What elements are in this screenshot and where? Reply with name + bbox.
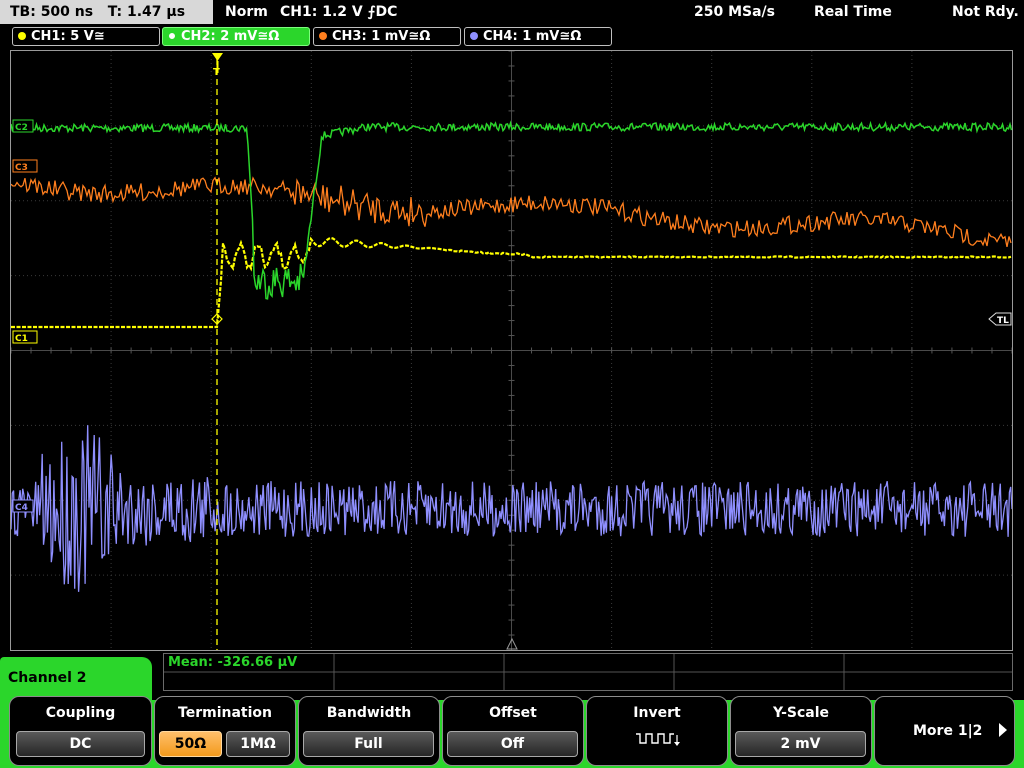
- timebase-box[interactable]: TB: 500 ns T: 1.47 µs: [0, 0, 213, 24]
- trigger-label: T: [213, 67, 220, 78]
- ch3-dot-icon: [319, 32, 327, 40]
- more-label: More 1|2: [913, 723, 983, 739]
- trigger-level-label: TL: [997, 316, 1009, 326]
- ch3-position-marker[interactable]: C3: [12, 159, 38, 173]
- invert-waveform-icon: [636, 733, 680, 746]
- offset-button[interactable]: Off: [447, 731, 578, 757]
- ch1-marker-label: C1: [15, 334, 28, 344]
- offset-title: Offset: [489, 705, 537, 721]
- termination-1mohm-button[interactable]: 1MΩ: [226, 731, 290, 757]
- timebase-readout: TB: 500 ns: [10, 4, 94, 20]
- trigger-marker-icon[interactable]: T: [212, 53, 223, 78]
- grid: [11, 51, 1012, 650]
- channel-tab-2[interactable]: CH2: 2 mV≅Ω: [162, 27, 310, 46]
- waveform-canvas: T C2 C3 C1 C4 TL: [11, 51, 1012, 650]
- coupling-title: Coupling: [45, 705, 116, 721]
- coupling-softkey[interactable]: Coupling DC: [9, 696, 152, 766]
- ch2-position-marker[interactable]: C2: [12, 119, 34, 133]
- termination-softkey[interactable]: Termination 50Ω 1MΩ: [154, 696, 296, 766]
- sample-rate: 250 MSa/s: [694, 4, 776, 20]
- termination-50ohm-button[interactable]: 50Ω: [159, 731, 222, 757]
- more-softkey[interactable]: More 1|2: [874, 696, 1015, 766]
- acquisition-mode: Real Time: [814, 4, 892, 20]
- yscale-button[interactable]: 2 mV: [735, 731, 866, 757]
- termination-title: Termination: [178, 705, 272, 721]
- channel-tab-2-label: CH2: 2 mV≅Ω: [181, 29, 280, 44]
- bandwidth-softkey[interactable]: Bandwidth Full: [298, 696, 440, 766]
- ch3-marker-label: C3: [15, 163, 28, 173]
- channel-tab-1-label: CH1: 5 V≅: [31, 29, 105, 44]
- ch2-marker-label: C2: [15, 123, 28, 133]
- ch4-marker-label: C4: [15, 503, 28, 513]
- ch4-position-marker[interactable]: C4: [12, 499, 34, 513]
- channel-tab-4[interactable]: CH4: 1 mV≅Ω: [464, 27, 612, 46]
- yscale-softkey[interactable]: Y-Scale 2 mV: [730, 696, 872, 766]
- ch1-position-marker[interactable]: C1: [12, 330, 38, 344]
- channel-tab-1[interactable]: CH1: 5 V≅: [12, 27, 160, 46]
- trigger-level-marker[interactable]: TL: [988, 312, 1012, 326]
- bandwidth-button[interactable]: Full: [303, 731, 434, 757]
- invert-title: Invert: [633, 705, 681, 721]
- trigger-info[interactable]: CH1: 1.2 V ⨍DC: [280, 0, 397, 24]
- channel-tab-4-label: CH4: 1 mV≅Ω: [483, 29, 582, 44]
- waveform-display[interactable]: T C2 C3 C1 C4 TL: [10, 50, 1013, 651]
- channel-tab-3[interactable]: CH3: 1 mV≅Ω: [313, 27, 461, 46]
- trigger-mode[interactable]: Norm: [225, 0, 268, 24]
- invert-softkey[interactable]: Invert: [586, 696, 728, 766]
- coupling-button[interactable]: DC: [16, 731, 145, 757]
- acquisition-status: Not Rdy.: [952, 4, 1019, 20]
- offset-softkey[interactable]: Offset Off: [442, 696, 584, 766]
- channel-tab-3-label: CH3: 1 mV≅Ω: [332, 29, 431, 44]
- mean-measurement: Mean: -326.66 µV: [168, 655, 298, 670]
- yscale-title: Y-Scale: [772, 705, 829, 721]
- ch1-dot-icon: [18, 32, 26, 40]
- trigger-time-readout: T: 1.47 µs: [107, 4, 186, 20]
- ch2-dot-icon: [168, 32, 176, 40]
- next-page-icon: [999, 723, 1007, 737]
- ch4-dot-icon: [470, 32, 478, 40]
- menu-title: Channel 2: [8, 670, 87, 686]
- bandwidth-title: Bandwidth: [326, 705, 412, 721]
